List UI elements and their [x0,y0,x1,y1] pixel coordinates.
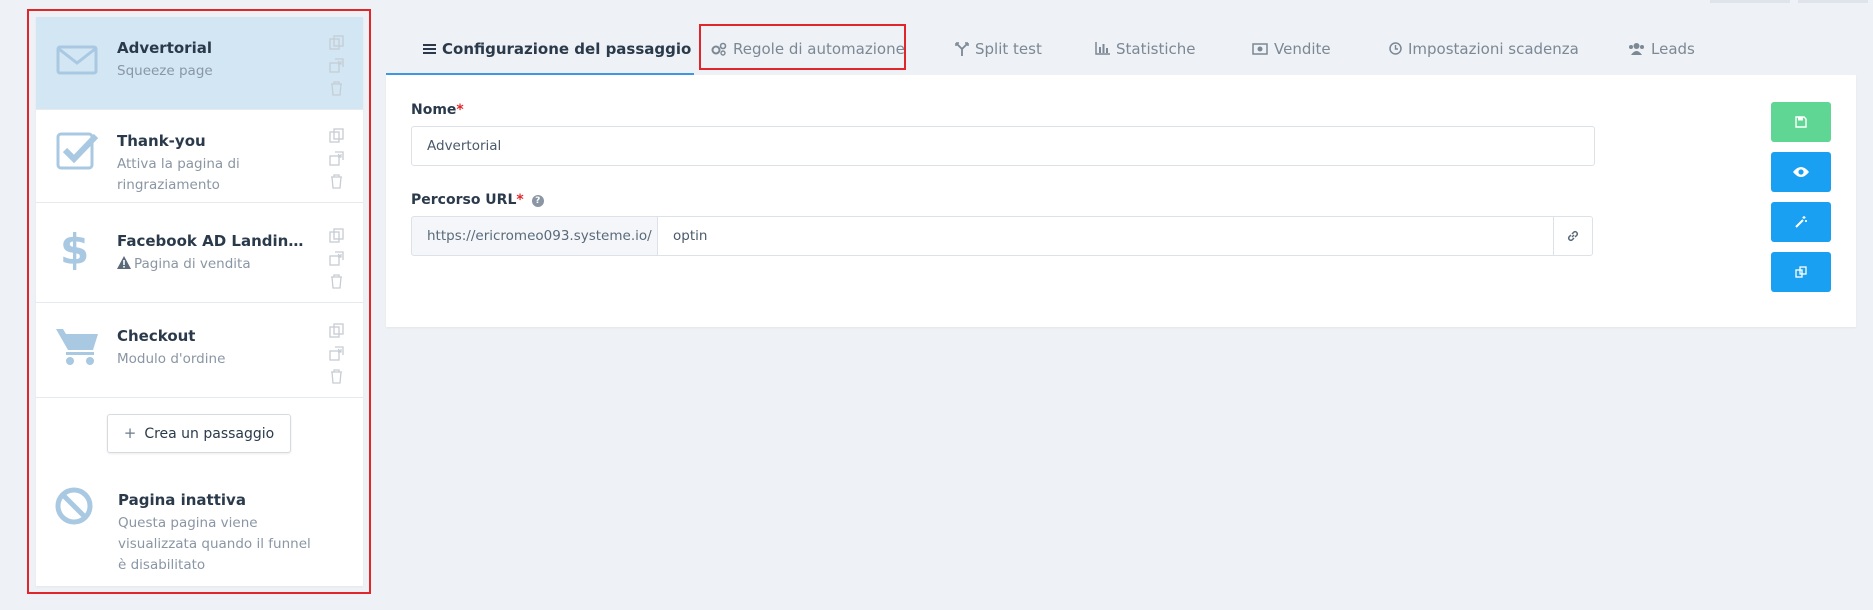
url-label-text: Percorso URL [411,192,517,208]
copy-url-button[interactable] [1553,216,1593,256]
url-prefix: https://ericromeo093.systeme.io/ [411,216,658,256]
name-label-text: Nome [411,102,457,118]
tab-label: Leads [1651,39,1695,58]
save-icon [1795,116,1807,128]
link-icon [1567,230,1579,242]
step-config-panel [386,75,1856,327]
eye-icon [1793,167,1809,177]
tab-vendite[interactable]: Vendite [1252,22,1331,75]
tab-configurazione[interactable]: Configurazione del passaggio [423,22,691,75]
tab-label: Split test [975,39,1042,58]
copy-icon [1795,266,1807,278]
url-path-input[interactable] [657,216,1554,256]
required-marker: * [456,102,464,118]
tab-label: Statistiche [1116,39,1196,58]
required-marker: * [516,192,524,208]
money-icon [1252,42,1268,55]
tab-highlight-frame [699,24,906,70]
tab-leads[interactable]: Leads [1628,22,1695,75]
name-input[interactable] [411,126,1595,166]
magic-wand-icon [1795,216,1807,228]
clock-icon [1389,42,1402,55]
top-remnant [1798,0,1868,3]
tab-label: Vendite [1274,39,1331,58]
save-button[interactable] [1771,102,1831,142]
tab-label: Impostazioni scadenza [1408,39,1579,58]
bar-chart-icon [1095,42,1110,55]
tab-split-test[interactable]: Split test [955,22,1042,75]
preview-button[interactable] [1771,152,1831,192]
tabs-bar: Configurazione del passaggio Regole di a… [386,22,1856,76]
duplicate-button[interactable] [1771,252,1831,292]
tab-impostazioni-scadenza[interactable]: Impostazioni scadenza [1389,22,1579,75]
split-icon [955,41,969,56]
name-label: Nome* [411,102,464,118]
help-icon[interactable]: ? [531,195,544,207]
edit-button[interactable] [1771,202,1831,242]
tab-statistiche[interactable]: Statistiche [1095,22,1196,75]
users-icon [1629,43,1644,55]
bars-icon [423,43,436,54]
top-remnant [1710,0,1790,3]
url-label: Percorso URL*? [411,192,544,208]
tab-label: Configurazione del passaggio [442,39,692,58]
sidebar-highlight-frame [27,9,371,594]
